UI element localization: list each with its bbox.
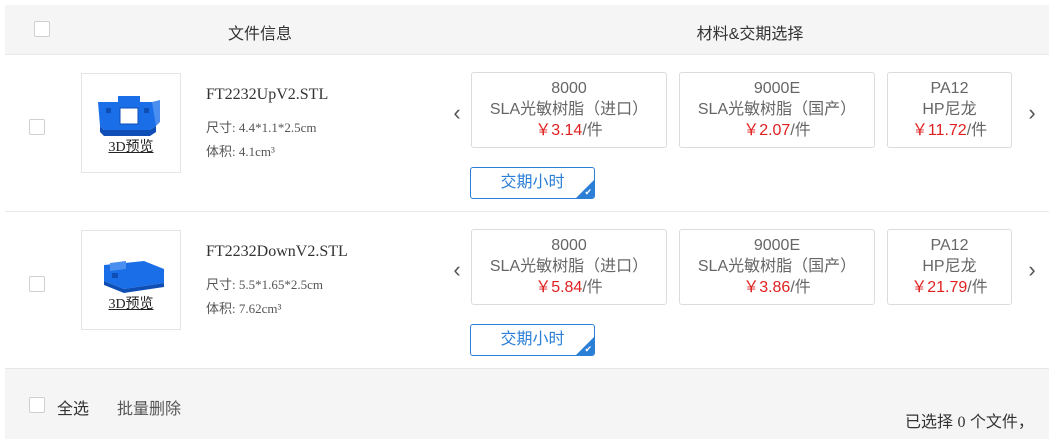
material-code: PA12 [930, 237, 969, 254]
lead-time-option[interactable]: 交期小时 ✔ [470, 167, 595, 199]
material-desc: HP尼龙 [922, 101, 977, 118]
material-desc: SLA光敏树脂（国产） [697, 101, 857, 118]
file-volume: 体积: 7.62cm³ [206, 301, 282, 316]
price-unit: /件 [582, 279, 603, 296]
material-code: 8000 [551, 237, 587, 254]
material-price: ￥21.79 [911, 279, 968, 296]
material-option-8000[interactable]: 8000 SLA光敏树脂（进口） ￥5.84/件 [471, 229, 667, 305]
material-code: 8000 [551, 80, 587, 97]
material-option-9000e[interactable]: 9000E SLA光敏树脂（国产） ￥3.86/件 [679, 229, 875, 305]
material-option-pa12[interactable]: PA12 HP尼龙 ￥21.79/件 [887, 229, 1012, 305]
file-size: 尺寸: 5.5*1.65*2.5cm [206, 277, 323, 292]
material-desc: SLA光敏树脂（进口） [489, 258, 649, 275]
material-price: ￥5.84 [535, 279, 583, 296]
selected-suffix: 个文件， [969, 414, 1034, 431]
selected-count: 0 [957, 414, 966, 431]
file-size: 尺寸: 4.4*1.1*2.5cm [206, 120, 317, 135]
file-row: 3D预览 FT2232DownV2.STL 尺寸: 5.5*1.65*2.5cm… [5, 212, 1049, 369]
material-price: ￥3.14 [535, 122, 583, 139]
lead-time-option[interactable]: 交期小时 ✔ [470, 324, 595, 356]
table-header: 文件信息 材料&交期选择 [5, 5, 1049, 55]
selected-prefix: 已选择 [905, 414, 954, 431]
material-desc: SLA光敏树脂（进口） [489, 101, 649, 118]
chevron-left-icon[interactable]: ‹ [450, 102, 464, 124]
file-name: FT2232DownV2.STL [206, 243, 348, 260]
lead-time-label: 交期小时 [500, 174, 565, 191]
row-checkbox[interactable] [29, 119, 45, 135]
file-row: 3D预览 FT2232UpV2.STL 尺寸: 4.4*1.1*2.5cm 体积… [5, 55, 1049, 212]
file-info-header: 文件信息 [227, 26, 292, 43]
material-code: PA12 [930, 80, 969, 97]
select-all-checkbox[interactable] [29, 397, 45, 413]
chevron-right-icon[interactable]: › [1025, 102, 1039, 124]
check-icon: ✔ [584, 187, 592, 197]
material-desc: SLA光敏树脂（国产） [697, 258, 857, 275]
selected-count-text: 已选择 0 个文件， [905, 408, 1034, 432]
material-lead-header: 材料&交期选择 [696, 26, 804, 43]
material-price: ￥11.72 [911, 122, 967, 139]
price-unit: /件 [967, 279, 988, 296]
select-all-label[interactable]: 全选 [57, 395, 89, 419]
select-all-header-checkbox[interactable] [34, 21, 50, 37]
material-price: ￥3.86 [743, 279, 791, 296]
price-unit: /件 [790, 122, 811, 139]
material-desc: HP尼龙 [922, 258, 977, 275]
lead-time-label: 交期小时 [500, 331, 565, 348]
material-option-pa12[interactable]: PA12 HP尼龙 ￥11.72/件 [887, 72, 1012, 148]
price-unit: /件 [582, 122, 603, 139]
model-thumbnail[interactable]: 3D预览 [81, 230, 181, 330]
model-preview-image [98, 96, 160, 136]
model-preview-image [104, 261, 164, 293]
chevron-right-icon[interactable]: › [1025, 259, 1039, 281]
material-option-8000[interactable]: 8000 SLA光敏树脂（进口） ￥3.14/件 [471, 72, 667, 148]
3d-preview-link[interactable]: 3D预览 [82, 293, 180, 313]
3d-preview-link[interactable]: 3D预览 [82, 136, 180, 156]
material-option-9000e[interactable]: 9000E SLA光敏树脂（国产） ￥2.07/件 [679, 72, 875, 148]
file-name: FT2232UpV2.STL [206, 86, 329, 103]
material-code: 9000E [753, 237, 801, 254]
price-unit: /件 [966, 122, 988, 139]
model-thumbnail[interactable]: 3D预览 [81, 73, 181, 173]
row-checkbox[interactable] [29, 276, 45, 292]
footer-bar: 全选 批量删除 已选择 0 个文件， [5, 369, 1049, 439]
price-unit: /件 [790, 279, 811, 296]
chevron-left-icon[interactable]: ‹ [450, 259, 464, 281]
batch-delete-button[interactable]: 批量删除 [117, 395, 181, 419]
check-icon: ✔ [584, 344, 592, 354]
material-price: ￥2.07 [743, 122, 791, 139]
material-code: 9000E [753, 80, 801, 97]
file-volume: 体积: 4.1cm³ [206, 144, 275, 159]
